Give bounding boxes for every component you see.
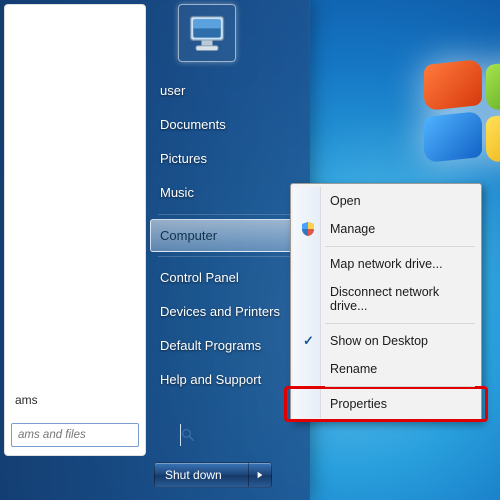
start-menu-places-panel: userDocumentsPicturesMusic Computer Cont…: [150, 74, 300, 397]
sidebar-item-devices-and-printers[interactable]: Devices and Printers: [150, 295, 300, 329]
sidebar-item-help-and-support[interactable]: Help and Support: [150, 363, 300, 397]
sidebar-item-user[interactable]: user: [150, 74, 300, 108]
context-menu-item-rename[interactable]: Rename: [293, 355, 479, 383]
magnifier-icon: [181, 428, 195, 442]
start-menu: ams userDocumentsPicturesMusic Computer …: [0, 0, 310, 500]
sidebar-item-pictures[interactable]: Pictures: [150, 142, 300, 176]
computer-context-menu: OpenManage Map network drive...Disconnect…: [290, 183, 482, 422]
separator: [158, 214, 292, 215]
shutdown-split-button: Shut down: [154, 462, 272, 488]
separator: [158, 256, 292, 257]
context-menu-item-properties[interactable]: Properties: [293, 390, 479, 418]
context-menu-item-show-on-desktop[interactable]: Show on Desktop✓: [293, 327, 479, 355]
sidebar-item-default-programs[interactable]: Default Programs: [150, 329, 300, 363]
search-button[interactable]: [180, 424, 195, 446]
context-menu-item-manage[interactable]: Manage: [293, 215, 479, 243]
start-menu-search: [11, 423, 139, 447]
context-menu-item-disconnect-network-drive[interactable]: Disconnect network drive...: [293, 278, 479, 320]
shutdown-options-button[interactable]: [249, 463, 271, 487]
computer-monitor-icon: [185, 11, 229, 55]
start-menu-programs-panel: ams: [4, 4, 146, 456]
user-picture-frame[interactable]: [178, 4, 236, 62]
shield-icon: [300, 221, 316, 237]
context-menu-separator: [325, 246, 475, 247]
search-input[interactable]: [12, 424, 180, 446]
sidebar-item-documents[interactable]: Documents: [150, 108, 300, 142]
sidebar-item-computer[interactable]: Computer: [150, 219, 300, 252]
windows-logo-icon: [424, 62, 500, 182]
context-menu-separator: [325, 323, 475, 324]
sidebar-item-control-panel[interactable]: Control Panel: [150, 261, 300, 295]
check-icon: ✓: [303, 333, 314, 349]
context-menu-separator: [325, 386, 475, 387]
triangle-right-icon: [256, 471, 264, 479]
context-menu-item-map-network-drive[interactable]: Map network drive...: [293, 250, 479, 278]
context-menu-item-open[interactable]: Open: [293, 187, 479, 215]
sidebar-item-music[interactable]: Music: [150, 176, 300, 210]
shutdown-button[interactable]: Shut down: [155, 463, 249, 487]
all-programs-link[interactable]: ams: [5, 387, 145, 413]
